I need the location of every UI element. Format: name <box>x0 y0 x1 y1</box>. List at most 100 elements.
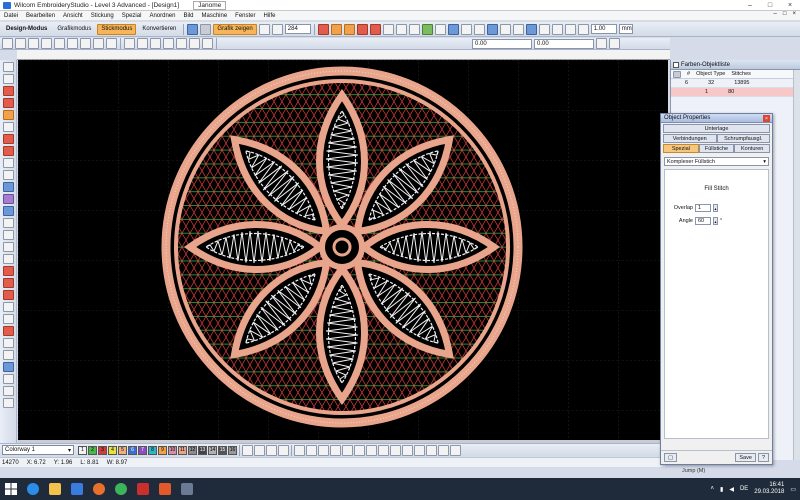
reshape-icon[interactable] <box>150 38 161 49</box>
group-icon[interactable] <box>538 23 550 35</box>
copy-icon[interactable] <box>67 38 78 49</box>
slow-redraw-icon[interactable] <box>2 386 14 396</box>
color-swatch[interactable]: 2 <box>88 445 97 455</box>
color-swatch[interactable]: 15 <box>218 445 227 455</box>
menu-hilfe[interactable]: Hilfe <box>264 13 276 19</box>
sequence-tool-icon[interactable] <box>2 350 14 360</box>
tab-spezial[interactable]: Spezial <box>663 144 699 153</box>
menu-datei[interactable]: Datei <box>4 13 18 19</box>
travel-trim-icon[interactable] <box>402 444 413 456</box>
angle-spinner[interactable]: ▴ <box>713 217 718 225</box>
column-stitches[interactable]: Stitches <box>731 71 751 77</box>
zoom-tool-icon[interactable] <box>2 398 14 408</box>
notification-icon[interactable]: ▭ <box>790 486 796 493</box>
help-button[interactable]: ? <box>757 453 769 462</box>
prev-stitch-icon[interactable] <box>306 444 317 456</box>
app-taskbar-icon[interactable] <box>176 478 198 500</box>
travel-jump-icon[interactable] <box>378 444 389 456</box>
scale-field[interactable]: 1.00 <box>590 24 617 34</box>
stitch-view-icon[interactable] <box>317 23 329 35</box>
rectangle-tool-icon[interactable] <box>2 158 14 168</box>
network-icon[interactable]: ▮ <box>720 486 723 493</box>
trim-icon[interactable] <box>189 38 200 49</box>
travel-object-icon[interactable] <box>354 444 365 456</box>
run-icon[interactable] <box>356 23 368 35</box>
firefox-icon[interactable] <box>88 478 110 500</box>
mdi-close-button[interactable]: × <box>792 11 796 17</box>
embroidery-design[interactable] <box>18 60 668 440</box>
shape-icon[interactable] <box>473 23 485 35</box>
color-swatch[interactable]: 5 <box>118 445 127 455</box>
globe-icon[interactable] <box>187 23 199 35</box>
tab-unterlage[interactable]: Unterlage <box>663 124 770 133</box>
transform-icon[interactable] <box>525 23 537 35</box>
position-y-field[interactable]: 0.00 <box>534 38 594 49</box>
join-icon[interactable] <box>176 38 187 49</box>
color-swatch[interactable]: 6 <box>128 445 137 455</box>
convert-button[interactable]: Konvertieren <box>138 24 180 35</box>
column-tool-icon[interactable] <box>2 134 14 144</box>
backtrack-tool-icon[interactable] <box>2 290 14 300</box>
grid-icon[interactable] <box>382 23 394 35</box>
design-canvas[interactable] <box>18 60 668 440</box>
zoom-field[interactable]: 284 <box>284 24 311 34</box>
column-number[interactable]: # <box>687 71 690 77</box>
mdi-minimize-button[interactable]: – <box>774 11 777 17</box>
letter-icon[interactable] <box>460 23 472 35</box>
arrange-icon[interactable] <box>124 38 135 49</box>
wilcom-icon[interactable] <box>154 478 176 500</box>
wireless-icon[interactable] <box>447 23 459 35</box>
graphic-mode-button[interactable]: Grafikmodus <box>53 24 95 35</box>
options-icon[interactable] <box>609 38 620 49</box>
color-film-icon[interactable] <box>266 444 277 456</box>
media-player-icon[interactable] <box>66 478 88 500</box>
break-apart-icon[interactable] <box>2 326 14 336</box>
palette-icon[interactable] <box>278 444 289 456</box>
split-icon[interactable] <box>163 38 174 49</box>
play-icon[interactable] <box>450 444 461 456</box>
volume-icon[interactable]: ◀ <box>729 486 734 493</box>
new-icon[interactable] <box>2 38 13 49</box>
menu-spezial[interactable]: Spezial <box>122 13 142 19</box>
tab-verbindungen[interactable]: Verbindungen <box>663 134 717 143</box>
align-icon[interactable] <box>486 23 498 35</box>
minimize-button[interactable]: – <box>740 0 760 11</box>
stitch-edit-icon[interactable] <box>2 314 14 324</box>
dimension-icon[interactable] <box>577 23 589 35</box>
overlap-field[interactable]: 1 <box>695 204 711 212</box>
color-object-list-scrollbar[interactable] <box>793 70 800 460</box>
reshape-node-icon[interactable] <box>2 74 14 84</box>
zoom-out-icon[interactable] <box>271 23 283 35</box>
print-icon[interactable] <box>41 38 52 49</box>
stop-icon[interactable] <box>438 444 449 456</box>
pin-button[interactable]: ▢ <box>664 453 678 462</box>
color-swatch[interactable]: 7 <box>138 445 147 455</box>
color-swatch[interactable]: 16 <box>228 445 237 455</box>
mirror-icon[interactable] <box>499 23 511 35</box>
color-edit-icon[interactable] <box>242 444 253 456</box>
tab-konturen[interactable]: Konturen <box>734 144 771 153</box>
tray-chevron-icon[interactable]: ˄ <box>711 486 715 492</box>
select-arrow-icon[interactable] <box>2 62 14 72</box>
menu-maschine[interactable]: Maschine <box>201 13 227 19</box>
offset-tool-icon[interactable] <box>2 278 14 288</box>
color-swatch[interactable]: 10 <box>168 445 177 455</box>
undo-icon[interactable] <box>93 38 104 49</box>
connector-icon[interactable] <box>202 38 213 49</box>
close-icon[interactable]: × <box>763 115 770 122</box>
diamond-tool-icon[interactable] <box>2 206 14 216</box>
menu-stickung[interactable]: Stickung <box>91 13 114 19</box>
color-swatch[interactable]: 3 <box>98 445 107 455</box>
color-icon[interactable] <box>421 23 433 35</box>
menu-bild[interactable]: Bild <box>183 13 193 19</box>
paste-icon[interactable] <box>80 38 91 49</box>
digitize-icon[interactable] <box>2 86 14 96</box>
color-swatch[interactable]: 8 <box>148 445 157 455</box>
open-icon[interactable] <box>15 38 26 49</box>
menu-bearbeiten[interactable]: Bearbeiten <box>26 13 55 19</box>
pin-icon[interactable] <box>673 62 679 68</box>
color-swatch[interactable]: 14 <box>208 445 217 455</box>
color-swatch[interactable]: 4 <box>108 445 117 455</box>
lock-icon[interactable] <box>551 23 563 35</box>
overlap-spinner[interactable]: ▴ <box>713 204 718 212</box>
